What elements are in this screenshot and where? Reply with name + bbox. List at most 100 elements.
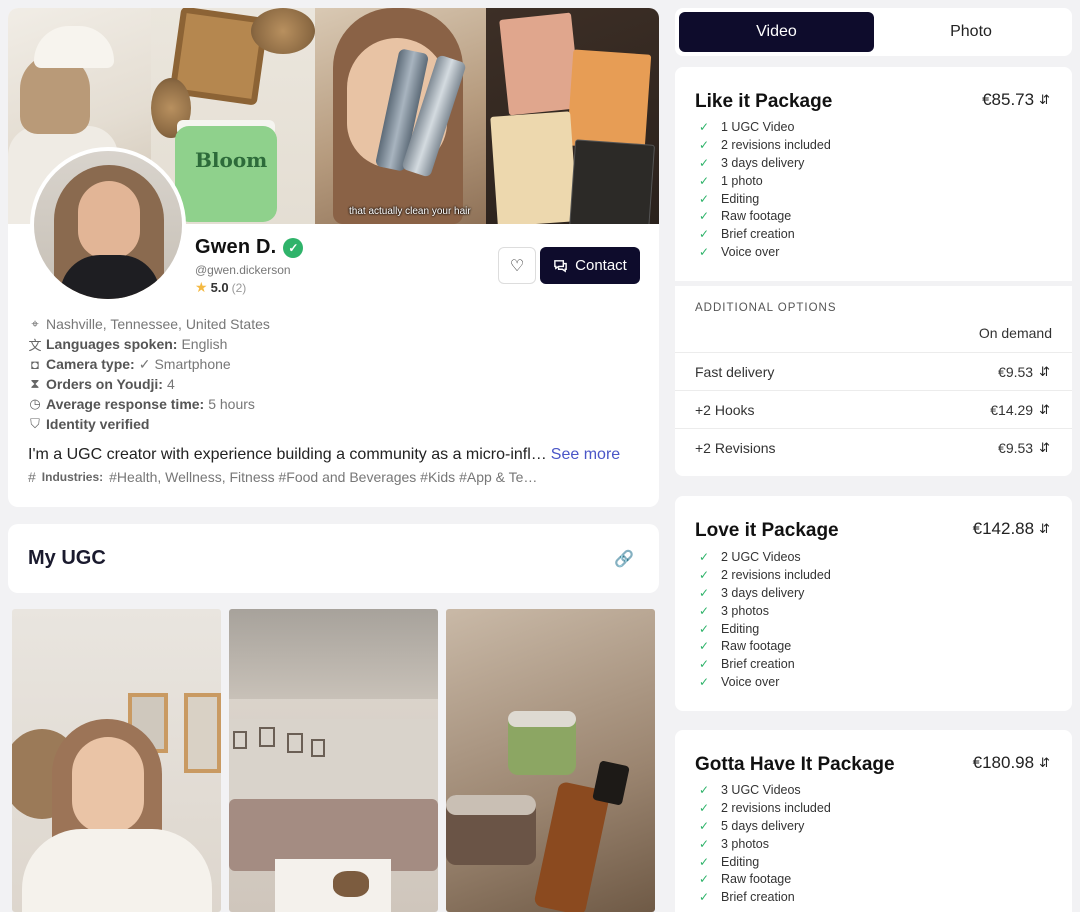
check-icon: ✓ (698, 137, 710, 152)
package-title: Gotta Have It Package (695, 754, 895, 775)
media-type-toggle: Video Photo (675, 8, 1072, 56)
check-icon: ✓ (698, 120, 710, 134)
currency-swap-icon[interactable]: ⇵ (1039, 440, 1050, 456)
addon-option[interactable]: +2 Revisions €9.53 ⇵ (675, 428, 1072, 466)
contact-label: Contact (575, 257, 627, 274)
currency-swap-icon[interactable]: ⇵ (1039, 402, 1050, 418)
check-icon: ✓ (698, 585, 710, 600)
check-icon: ✓ (698, 890, 710, 905)
feature-item: ✓ Brief creation (697, 656, 831, 674)
tab-video[interactable]: Video (679, 12, 874, 52)
hourglass-icon: ⧗ (30, 376, 40, 391)
check-icon: ✓ (698, 191, 710, 206)
package-features: ✓ 3 UGC Videos ✓ 2 revisions included ✓ 5 d… (697, 782, 831, 907)
feature-item: ✓ 3 photos (697, 836, 831, 854)
ugc-gallery (12, 609, 655, 912)
feature-item: ✓ 3 days delivery (697, 585, 831, 603)
feature-item: ✓ 3 UGC Videos (697, 782, 831, 800)
orders-label: Orders on Youdji: (46, 376, 163, 392)
info-identity: ⛉ Identity verified (28, 414, 270, 434)
ugc-video-thumbnail[interactable] (12, 609, 221, 912)
rating-score: 5.0 (210, 280, 229, 295)
currency-swap-icon[interactable]: ⇵ (1039, 755, 1050, 771)
check-icon: ✓ (698, 783, 710, 797)
package-card[interactable]: Like it Package €85.73 ⇵ ✓ 1 UGC Video ✓ 2… (675, 67, 1072, 281)
industries-value: #Health, Wellness, Fitness #Food and Bev… (109, 469, 538, 485)
rating-count: (2) (231, 280, 247, 295)
addon-price: €9.53 (998, 363, 1034, 380)
ugc-video-thumbnail[interactable] (446, 609, 655, 912)
feature-item: ✓ 3 photos (697, 603, 831, 621)
check-icon: ✓ (138, 355, 151, 372)
industries-label: Industries: (41, 470, 104, 484)
check-icon: ✓ (698, 639, 710, 654)
feature-item: ✓ Raw footage (697, 871, 831, 889)
check-icon: ✓ (698, 603, 710, 618)
addon-option[interactable]: Fast delivery €9.53 ⇵ (675, 352, 1072, 390)
package-price: €180.98 ⇵ (973, 753, 1050, 773)
bio: I'm a UGC creator with experience buildi… (28, 446, 620, 464)
avatar (30, 147, 186, 303)
feature-item: ✓ 2 revisions included (697, 137, 831, 155)
addon-price: €14.29 (990, 401, 1034, 418)
addon-label: +2 Hooks (695, 401, 755, 418)
package-card[interactable]: Love it Package €142.88 ⇵ ✓ 2 UGC Videos … (675, 496, 1072, 711)
package-price: €85.73 ⇵ (982, 90, 1050, 110)
additional-options-heading: ADDITIONAL OPTIONS (695, 302, 837, 314)
banner-brand: Bloom (195, 148, 268, 172)
feature-item: ✓ 5 days delivery (697, 818, 831, 836)
response-value: 5 hours (208, 396, 255, 412)
feature-item: ✓ Voice over (697, 674, 831, 692)
hashtag-icon: # (28, 469, 36, 485)
chat-icon (554, 260, 567, 273)
check-icon: ✓ (698, 675, 710, 690)
addon-label: +2 Revisions (695, 439, 776, 456)
package-title: Like it Package (695, 91, 833, 112)
star-icon: ★ (195, 279, 208, 295)
orders-value: 4 (166, 376, 175, 392)
feature-item: ✓ Brief creation (697, 226, 831, 244)
heart-icon: ♡ (509, 257, 525, 275)
package-features: ✓ 2 UGC Videos ✓ 2 revisions included ✓ 3 d… (697, 549, 831, 692)
currency-swap-icon[interactable]: ⇵ (1039, 364, 1050, 380)
check-icon: ✓ (698, 550, 710, 564)
feature-item: ✓ 1 UGC Video (697, 119, 831, 137)
creator-info-list: ⌖ Nashville, Tennessee, United States 文 … (28, 314, 270, 434)
check-icon: ✓ (698, 567, 710, 582)
feature-item: ✓ Editing (697, 621, 831, 639)
currency-swap-icon[interactable]: ⇵ (1039, 521, 1050, 537)
addon-price: €9.53 (998, 439, 1034, 456)
package-card[interactable]: Gotta Have It Package €180.98 ⇵ ✓ 3 UGC V… (675, 730, 1072, 912)
feature-item: ✓ 3 days delivery (697, 155, 831, 173)
feature-item: ✓ Editing (697, 854, 831, 872)
industries: # Industries: #Health, Wellness, Fitness… (28, 469, 537, 485)
see-more-link[interactable]: See more (551, 446, 620, 463)
feature-item: ✓ Raw footage (697, 208, 831, 226)
tab-photo[interactable]: Photo (874, 12, 1068, 52)
check-icon: ✓ (698, 155, 710, 170)
camera-value: Smartphone (154, 356, 231, 372)
my-ugc-header: My UGC 🔗 (8, 524, 659, 593)
bio-text: I'm a UGC creator with experience buildi… (28, 446, 547, 463)
on-demand-label: On demand (978, 325, 1052, 341)
link-icon[interactable]: 🔗 (614, 549, 634, 569)
favorite-button[interactable]: ♡ (498, 247, 536, 284)
package-features: ✓ 1 UGC Video ✓ 2 revisions included ✓ 3 da… (697, 119, 831, 262)
package-price-value: €142.88 (972, 519, 1035, 538)
addon-option[interactable]: +2 Hooks €14.29 ⇵ (675, 390, 1072, 428)
languages-label: Languages spoken: (46, 336, 178, 352)
package-price-value: €85.73 (982, 90, 1035, 109)
info-location: ⌖ Nashville, Tennessee, United States (28, 314, 270, 334)
verified-check-icon: ✓ (283, 237, 304, 258)
feature-item: ✓ 2 revisions included (697, 567, 831, 585)
ugc-video-thumbnail[interactable] (229, 609, 438, 912)
creator-name: Gwen D. (195, 236, 277, 258)
package-title: Love it Package (695, 520, 839, 541)
my-ugc-title: My UGC (28, 547, 106, 569)
currency-swap-icon[interactable]: ⇵ (1039, 92, 1050, 108)
check-icon: ✓ (698, 209, 710, 224)
feature-item: ✓ Voice over (697, 244, 831, 262)
info-orders: ⧗ Orders on Youdji: 4 (28, 374, 270, 394)
feature-item: ✓ Editing (697, 191, 831, 209)
contact-button[interactable]: Contact (540, 247, 640, 284)
